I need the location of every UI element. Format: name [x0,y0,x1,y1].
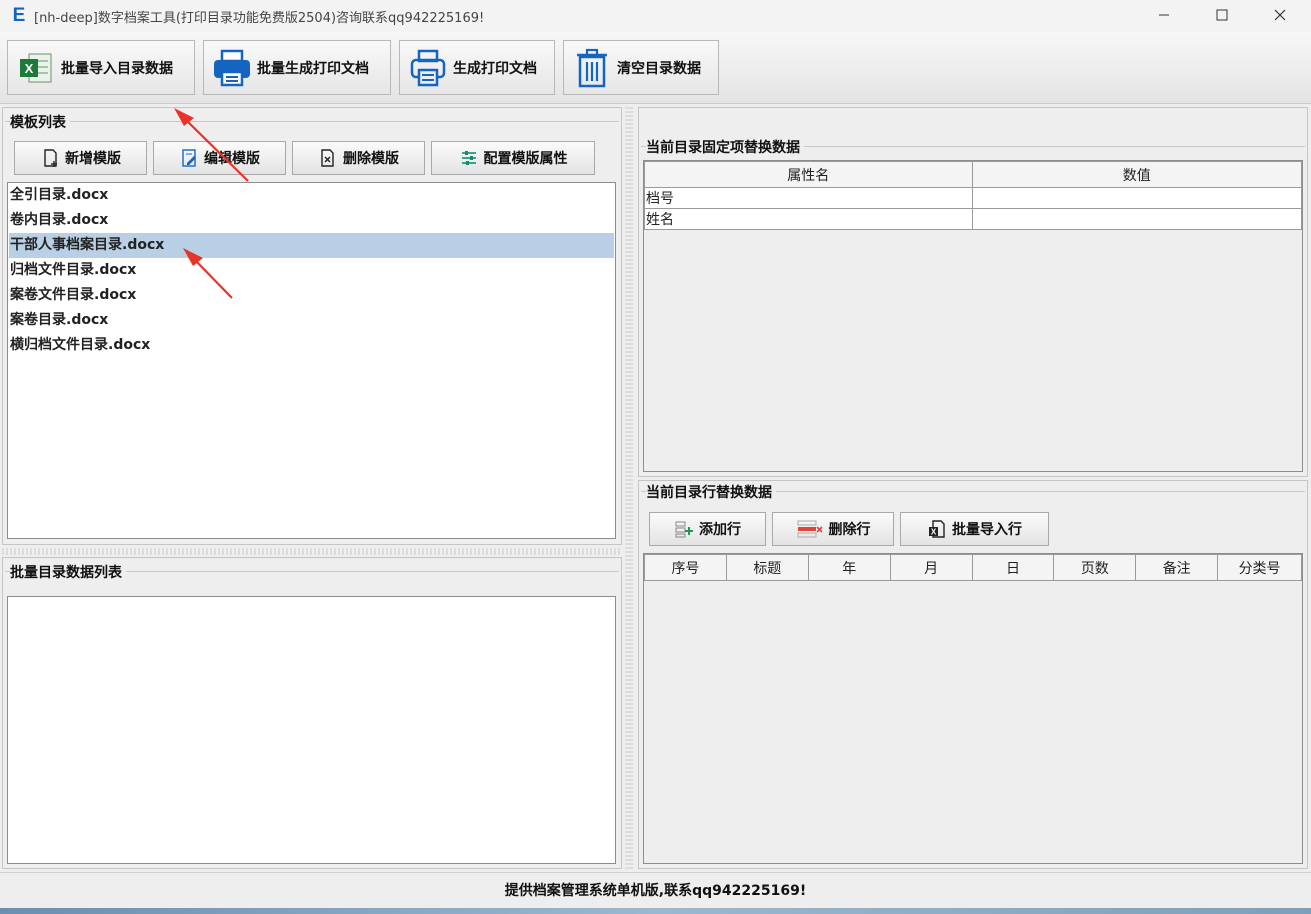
printer-outline-icon [406,46,450,90]
template-list-item[interactable]: 案卷目录.docx [9,308,614,333]
table-row[interactable]: 姓名 [644,208,1302,230]
close-button[interactable] [1251,0,1309,30]
fixed-data-table: 属性名 数值 档号 姓名 [644,161,1302,230]
template-list[interactable]: 全引目录.docx 卷内目录.docx 干部人事档案目录.docx 归档文件目录… [7,182,616,539]
column-header-category-number[interactable]: 分类号 [1217,554,1302,581]
edit-document-icon [179,148,199,168]
attribute-value-cell[interactable] [971,208,1302,230]
row-data-panel: 当前目录行替换数据 添加行 删除行 X 批量导入行 序号 标题 年 月 日 页数… [638,480,1308,869]
delete-row-button[interactable]: 删除行 [772,512,894,546]
status-bar: 提供档案管理系统单机版,联系qq942225169! [0,872,1311,908]
clear-data-label: 清空目录数据 [617,60,701,77]
batch-import-label: 批量导入目录数据 [61,60,173,77]
column-header-attribute-name[interactable]: 属性名 [644,161,973,188]
main-vertical-splitter[interactable] [625,107,633,869]
window-titlebar: E [nh-deep]数字档案工具(打印目录功能免费版2504)咨询联系qq94… [0,0,1311,32]
template-group-border [5,121,619,122]
print-label: 生成打印文档 [453,60,537,77]
config-template-label: 配置模版属性 [483,151,568,167]
minimize-button[interactable] [1135,0,1193,30]
template-list-item[interactable]: 全引目录.docx [9,183,614,208]
batch-panel-title: 批量目录数据列表 [10,562,126,582]
column-header-day[interactable]: 日 [971,554,1055,581]
add-row-button[interactable]: 添加行 [649,512,766,546]
add-template-button[interactable]: 新增模版 [14,141,147,175]
delete-document-icon [318,148,338,168]
maximize-button[interactable] [1193,0,1251,30]
delete-row-label: 删除行 [828,522,871,538]
attribute-name-cell[interactable]: 档号 [644,187,973,209]
delete-template-label: 删除模版 [343,151,399,167]
import-file-icon: X [927,519,947,539]
batch-panel: 批量目录数据列表 [2,557,622,869]
fixed-data-panel: 当前目录固定项替换数据 属性名 数值 档号 姓名 [638,107,1308,477]
status-text: 提供档案管理系统单机版,联系qq942225169! [504,883,807,899]
batch-import-rows-label: 批量导入行 [952,522,1022,538]
settings-sliders-icon [459,148,479,168]
attribute-name-cell[interactable]: 姓名 [644,208,973,230]
attribute-value-cell[interactable] [971,187,1302,209]
template-list-item[interactable]: 归档文件目录.docx [9,258,614,283]
print-button[interactable]: 生成打印文档 [399,40,555,95]
app-logo-icon: E [12,5,26,26]
template-panel-title: 模板列表 [10,112,70,132]
batch-import-button[interactable]: X 批量导入目录数据 [7,40,195,95]
template-list-item[interactable]: 案卷文件目录.docx [9,283,614,308]
printer-icon [210,46,254,90]
edit-template-label: 编辑模版 [204,151,260,167]
table-row[interactable]: 档号 [644,187,1302,209]
add-row-icon [674,519,694,539]
column-header-value[interactable]: 数值 [971,161,1302,188]
column-header-year[interactable]: 年 [807,554,891,581]
column-header-month[interactable]: 月 [889,554,973,581]
template-list-item-selected[interactable]: 干部人事档案目录.docx [9,233,614,258]
excel-icon: X [14,46,58,90]
svg-text:X: X [25,61,34,76]
row-panel-title: 当前目录行替换数据 [646,482,776,502]
delete-row-icon [796,519,824,539]
delete-template-button[interactable]: 删除模版 [292,141,425,175]
trash-icon [570,46,614,90]
batch-import-rows-button[interactable]: X 批量导入行 [900,512,1049,546]
batch-print-label: 批量生成打印文档 [257,60,369,77]
column-header-pages[interactable]: 页数 [1053,554,1137,581]
close-icon [1274,9,1286,21]
maximize-icon [1216,9,1228,21]
template-list-item[interactable]: 卷内目录.docx [9,208,614,233]
row-data-table: 序号 标题 年 月 日 页数 备注 分类号 [644,554,1302,581]
clear-data-button[interactable]: 清空目录数据 [563,40,719,95]
column-header-remark[interactable]: 备注 [1135,554,1219,581]
batch-print-button[interactable]: 批量生成打印文档 [203,40,391,95]
template-list-item[interactable]: 横归档文件目录.docx [9,333,614,358]
new-document-icon [40,148,60,168]
main-toolbar: X 批量导入目录数据 批量生成打印文档 生成打印文档 清空目录数据 [0,32,1311,104]
minimize-icon [1159,14,1169,16]
column-header-title[interactable]: 标题 [725,554,809,581]
add-row-label: 添加行 [699,522,741,538]
desktop-strip [0,908,1311,914]
window-title: [nh-deep]数字档案工具(打印目录功能免费版2504)咨询联系qq9422… [34,10,485,26]
template-panel: 模板列表 新增模版 编辑模版 删除模版 配置模版属性 全引目录.docx 卷内目… [2,107,622,545]
left-horizontal-splitter[interactable] [2,548,622,555]
fixed-data-table-area: 属性名 数值 档号 姓名 [643,160,1303,472]
edit-template-button[interactable]: 编辑模版 [153,141,286,175]
config-template-button[interactable]: 配置模版属性 [431,141,595,175]
column-header-index[interactable]: 序号 [644,554,727,581]
fixed-panel-title: 当前目录固定项替换数据 [646,137,804,157]
batch-data-list[interactable] [7,596,616,864]
add-template-label: 新增模版 [65,151,121,167]
svg-text:X: X [931,528,937,537]
row-data-table-area: 序号 标题 年 月 日 页数 备注 分类号 [643,553,1303,864]
